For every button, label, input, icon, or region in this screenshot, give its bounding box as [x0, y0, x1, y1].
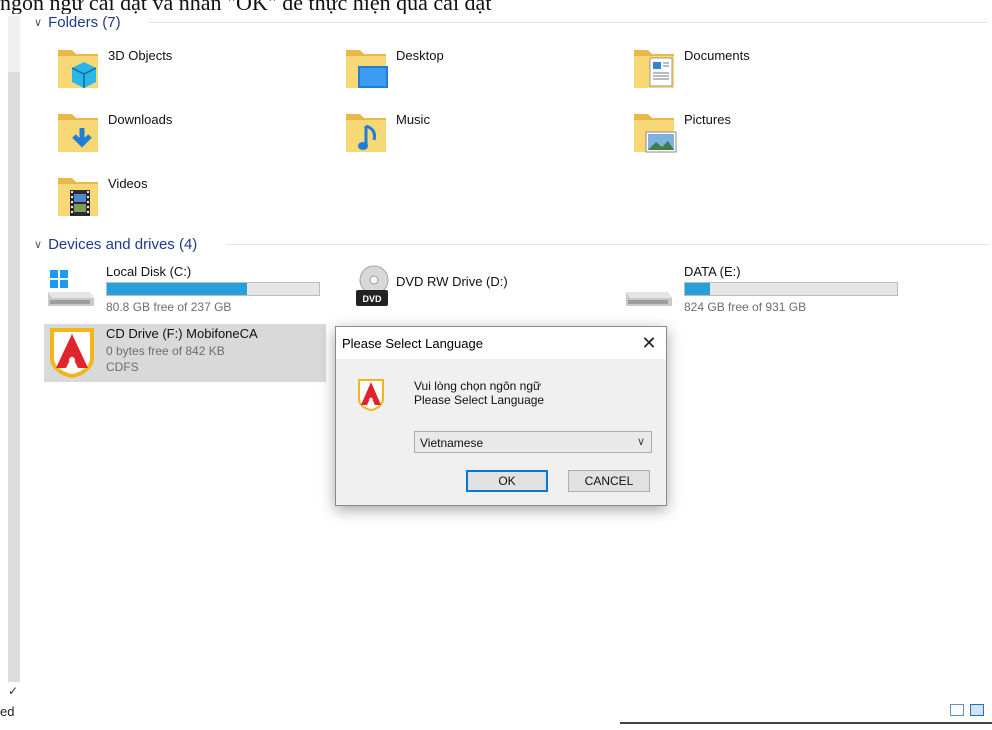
pictures-icon	[634, 114, 677, 153]
drives-section-header[interactable]: ∨ Devices and drives (4)	[34, 234, 197, 254]
language-select-value: Vietnamese	[420, 436, 484, 450]
downloads-icon	[58, 114, 98, 152]
section-divider	[226, 244, 988, 245]
drive-free-space: 0 bytes free of 842 KB	[106, 344, 225, 358]
svg-text:DVD: DVD	[362, 294, 382, 304]
large-icons-view-icon[interactable]	[970, 704, 984, 716]
folders-section-title: Folders (7)	[48, 13, 121, 31]
check-icon: ✓	[8, 684, 19, 698]
folder-label: Desktop	[396, 48, 444, 63]
view-switcher	[950, 704, 984, 716]
drive-filesystem: CDFS	[106, 360, 139, 374]
drive-free-space: 80.8 GB free of 237 GB	[106, 300, 232, 314]
drive-free-space: 824 GB free of 931 GB	[684, 300, 807, 314]
folder-pictures[interactable]: Pictures	[632, 108, 872, 164]
folders-section-header[interactable]: ∨ Folders (7)	[34, 12, 121, 32]
dialog-message-en: Please Select Language	[414, 393, 545, 407]
folder-label: Pictures	[684, 112, 731, 127]
language-dialog: Please Select Language ✕ Vui lòng chọn n…	[335, 326, 667, 506]
folder-3d-objects[interactable]: 3D Objects	[56, 44, 296, 100]
hard-drive-icon	[626, 292, 672, 306]
language-select[interactable]: Vietnamese ∨	[414, 431, 652, 453]
drives-section-title: Devices and drives (4)	[48, 235, 198, 253]
folder-label: Documents	[684, 48, 750, 63]
desktop-icon	[346, 50, 388, 88]
mobifoneca-logo-icon	[50, 328, 94, 378]
folder-label: Videos	[108, 176, 148, 191]
close-icon[interactable]: ✕	[632, 327, 666, 359]
folder-downloads[interactable]: Downloads	[56, 108, 296, 164]
drive-dvd-d[interactable]: DVD DVD RW Drive (D:)	[352, 262, 632, 322]
music-icon	[346, 114, 386, 152]
cancel-button[interactable]: CANCEL	[568, 470, 650, 492]
windows-drive-icon	[48, 270, 94, 306]
folder-label: 3D Objects	[108, 48, 173, 63]
chevron-down-icon: ∨	[636, 436, 645, 448]
drive-name: DVD RW Drive (D:)	[396, 274, 508, 289]
drive-name: Local Disk (C:)	[106, 264, 192, 279]
chevron-down-icon: ∨	[34, 238, 43, 251]
drive-usage-bar	[106, 282, 320, 296]
document-text-line: ngôn ngữ cài đặt và nhấn "OK" để thực hi…	[0, 0, 492, 14]
chevron-down-icon: ∨	[34, 16, 43, 29]
drive-name: DATA (E:)	[684, 264, 741, 279]
drive-usage-fill	[107, 283, 247, 295]
ok-button[interactable]: OK	[466, 470, 548, 492]
3d-objects-icon	[58, 50, 98, 88]
scrollbar-track-top[interactable]	[8, 16, 20, 72]
drive-usage-fill	[685, 283, 711, 295]
mobifoneca-logo-icon	[358, 379, 384, 411]
dialog-message: Vui lòng chọn ngôn ngữ Please Select Lan…	[414, 379, 544, 407]
details-view-icon[interactable]	[950, 704, 964, 716]
status-text: ed	[0, 704, 15, 719]
folder-label: Downloads	[108, 112, 173, 127]
dialog-message-vi: Vui lòng chọn ngôn ngữ	[414, 379, 542, 393]
drive-cd-f[interactable]: CD Drive (F:) MobifoneCA 0 bytes free of…	[44, 324, 326, 382]
folder-label: Music	[396, 112, 430, 127]
documents-icon	[634, 50, 674, 88]
drive-usage-bar	[684, 282, 898, 296]
folder-videos[interactable]: Videos	[56, 172, 296, 228]
folder-desktop[interactable]: Desktop	[344, 44, 584, 100]
dialog-title: Please Select Language	[342, 336, 483, 351]
dialog-titlebar[interactable]: Please Select Language ✕	[336, 327, 666, 359]
videos-icon	[58, 178, 98, 216]
drive-data-e[interactable]: DATA (E:) 824 GB free of 931 GB	[622, 262, 902, 322]
drive-local-disk-c[interactable]: Local Disk (C:) 80.8 GB free of 237 GB	[44, 262, 324, 322]
scrollbar-thumb[interactable]	[8, 72, 20, 682]
folder-documents[interactable]: Documents	[632, 44, 872, 100]
window-bottom-edge	[620, 722, 992, 724]
folder-music[interactable]: Music	[344, 108, 584, 164]
drive-name: CD Drive (F:) MobifoneCA	[106, 326, 258, 341]
section-divider	[148, 22, 988, 23]
